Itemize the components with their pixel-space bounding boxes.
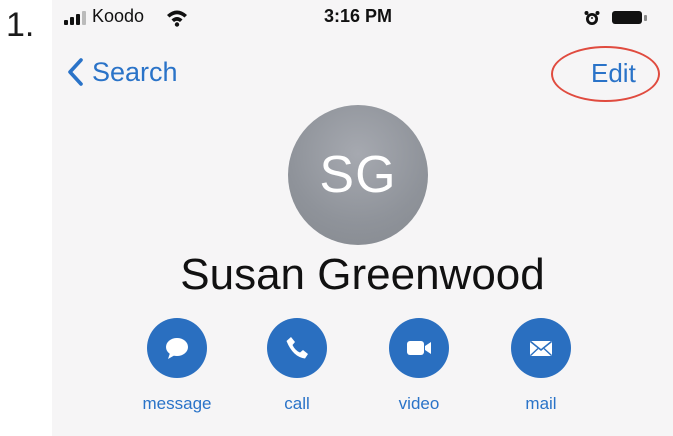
video-label: video: [398, 394, 440, 413]
video-button[interactable]: [389, 318, 449, 378]
wifi-icon: [167, 10, 187, 27]
avatar: SG: [288, 105, 428, 245]
video-icon: [407, 341, 431, 355]
call-label: call: [284, 394, 310, 413]
nav-bar: Search Edit: [52, 44, 673, 104]
back-button[interactable]: Search: [66, 52, 178, 92]
mail-icon: [529, 340, 553, 357]
edit-button[interactable]: Edit: [591, 58, 636, 89]
message-action[interactable]: message: [132, 318, 222, 414]
status-time: 3:16 PM: [324, 6, 393, 26]
alarm-icon: [584, 11, 600, 25]
message-label: message: [142, 394, 212, 413]
phone-screen: Koodo 3:16 PM Search Edit SG Susan Green…: [52, 0, 673, 436]
message-button[interactable]: [147, 318, 207, 378]
mail-action[interactable]: mail: [496, 318, 586, 414]
chevron-left-icon: [68, 58, 83, 86]
video-action[interactable]: video: [374, 318, 464, 414]
call-action[interactable]: call: [252, 318, 342, 414]
signal-icon: [64, 11, 88, 25]
battery-icon: [612, 11, 642, 24]
mail-button[interactable]: [511, 318, 571, 378]
phone-icon: [286, 337, 308, 359]
mail-label: mail: [525, 394, 557, 413]
call-button[interactable]: [267, 318, 327, 378]
message-icon: [166, 338, 188, 359]
edit-highlight-area: Edit: [551, 46, 664, 104]
back-label: Search: [92, 56, 178, 87]
step-number: 1.: [6, 6, 35, 44]
avatar-initials: SG: [319, 146, 397, 204]
battery-tip: [644, 15, 647, 21]
status-bar: Koodo 3:16 PM: [52, 0, 673, 36]
contact-name: Susan Greenwood: [180, 250, 545, 299]
carrier-name: Koodo: [92, 6, 145, 26]
